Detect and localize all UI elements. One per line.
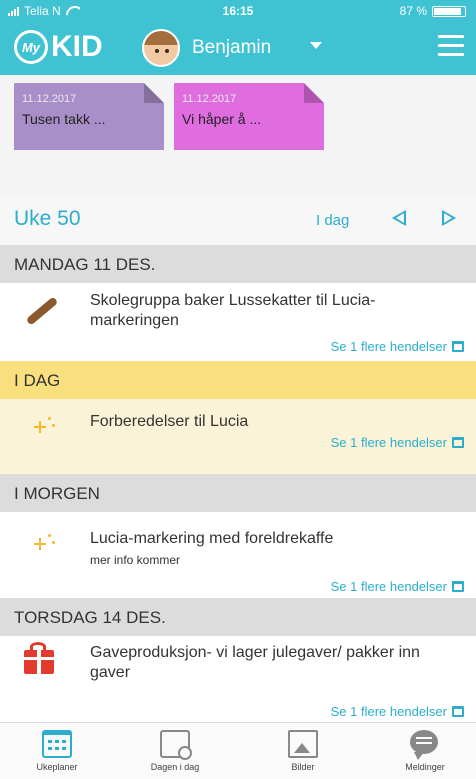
more-events-link[interactable]: Se 1 flere hendelser [331,435,464,450]
note-text: Vi håper å ... [182,111,262,127]
more-events-link[interactable]: Se 1 flere hendelser [331,339,464,354]
calendar-icon [452,341,464,352]
event-item[interactable]: Lucia-markering med foreldrekaffe mer in… [0,512,476,598]
child-avatar[interactable] [142,29,180,67]
app-logo: My KID [14,29,103,65]
calendar-icon [452,706,464,717]
day-header-today: I DAG [0,361,476,399]
next-week-icon[interactable] [442,210,456,226]
more-events-label: Se 1 flere hendelser [330,579,447,594]
sparkle-icon [22,526,56,560]
photo-icon [288,730,318,758]
event-item[interactable]: Gaveproduksjon- vi lager julegaver/ pakk… [0,636,476,722]
bottom-tab-bar: Ukeplaner Dagen i dag Bilder Meldinger [0,722,476,779]
tab-label: Meldinger [405,762,445,772]
battery-icon [432,5,466,17]
event-title: Gaveproduksjon- vi lager julegaver/ pakk… [90,644,420,681]
tab-label: Ukeplaner [36,762,78,772]
tab-ukeplaner[interactable]: Ukeplaner [12,726,102,778]
note-text: Tusen takk ... [22,111,106,127]
tab-dagen-i-dag[interactable]: Dagen i dag [130,726,220,778]
note-card[interactable]: 11.12.2017 Tusen takk ... [14,83,164,150]
chevron-down-icon[interactable] [310,42,322,49]
status-bar: Telia N 16:15 87 % [0,0,476,22]
week-title: Uke 50 [14,207,81,230]
day-header: I MORGEN [0,474,476,512]
sparkle-icon [22,409,56,443]
note-fold [304,83,324,103]
calendar-icon [452,581,464,592]
more-events-label: Se 1 flere hendelser [330,435,447,450]
today-link[interactable]: I dag [316,212,349,229]
week-bar: Uke 50 I dag [0,195,476,245]
app-bar: My KID Benjamin [0,22,476,75]
notes-strip: 11.12.2017 Tusen takk ... 11.12.2017 Vi … [0,75,476,195]
more-events-label: Se 1 flere hendelser [330,704,447,719]
rolling-pin-icon [22,293,59,327]
more-events-label: Se 1 flere hendelser [330,339,447,354]
event-subtitle: mer info kommer [90,553,181,567]
more-events-link[interactable]: Se 1 flere hendelser [331,704,464,719]
note-fold [144,83,164,103]
more-events-link[interactable]: Se 1 flere hendelser [331,579,464,594]
calendar-clock-icon [160,730,192,760]
tab-label: Dagen i dag [150,762,200,772]
event-title: Lucia-markering med foreldrekaffe [90,530,334,547]
chat-icon [410,730,438,760]
event-item[interactable]: Skolegruppa baker Lussekatter til Lucia-… [0,283,476,361]
tab-label: Bilder [291,762,315,772]
event-title: Forberedelser til Lucia [90,413,249,430]
status-right: 87 % [400,4,466,18]
logo-text: KID [51,30,103,63]
note-date: 11.12.2017 [22,93,77,105]
note-date: 11.12.2017 [182,93,237,105]
calendar-icon [452,437,464,448]
day-header: TORSDAG 14 DES. [0,598,476,636]
logo-badge: My [14,30,48,64]
app-header: Telia N 16:15 87 % My KID Benjamin [0,0,476,75]
event-title: Skolegruppa baker Lussekatter til Lucia-… [90,292,376,329]
tab-bilder[interactable]: Bilder [258,726,348,778]
gift-icon [22,642,56,676]
note-card[interactable]: 11.12.2017 Vi håper å ... [174,83,324,150]
previous-week-icon[interactable] [392,210,406,226]
event-item[interactable]: Forberedelser til Lucia Se 1 flere hende… [0,399,476,474]
child-name[interactable]: Benjamin [192,37,271,59]
hamburger-menu-icon[interactable] [438,35,464,57]
tab-meldinger[interactable]: Meldinger [380,726,470,778]
day-header: MANDAG 11 DES. [0,245,476,283]
battery-percent: 87 % [399,4,427,18]
calendar-week-icon [42,730,72,758]
